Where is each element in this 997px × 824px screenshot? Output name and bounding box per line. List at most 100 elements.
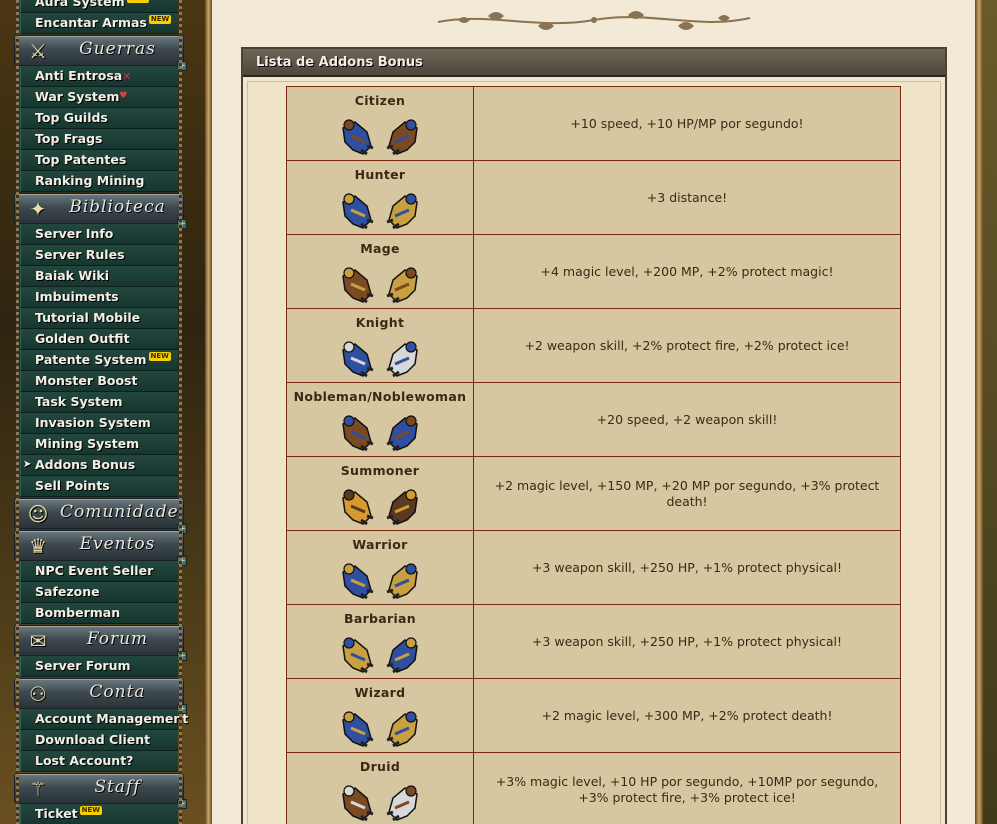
sidebar-item-label: Safezone	[35, 584, 100, 599]
outfit-sprites	[287, 412, 473, 452]
sidebar-item-label: Addons Bonus	[35, 457, 136, 472]
addon-bonus-cell: +3 weapon skill, +250 HP, +1% protect ph…	[473, 604, 901, 679]
sidebar-item-golden-outfit[interactable]: Golden Outfit	[20, 329, 178, 350]
sidebar-item-top-frags[interactable]: Top Frags	[20, 129, 178, 150]
sidebar-item-label: Sell Points	[35, 478, 110, 493]
sidebar-item-patente-system[interactable]: Patente System NEW	[20, 350, 178, 371]
outfit-sprite-icon	[342, 637, 374, 674]
addon-name-cell: Nobleman/Noblewoman	[286, 382, 474, 457]
sidebar-item-safezone[interactable]: Safezone	[20, 582, 178, 603]
section-title: Biblioteca	[69, 197, 166, 217]
sidebar-item-label: Anti Entrosa	[35, 68, 123, 83]
panel-title: Lista de Addons Bonus	[256, 55, 423, 70]
outfit-sprite-icon	[386, 119, 418, 156]
cross-icon: ✕	[122, 70, 132, 83]
sidebar-item-lost-account[interactable]: Lost Account?	[20, 751, 178, 772]
addon-bonus-cell: +2 magic level, +300 MP, +2% protect dea…	[473, 678, 901, 753]
section-header-conta[interactable]: ⚇Conta+	[14, 678, 187, 714]
account-icon: ⚇	[29, 682, 47, 706]
sidebar-item-ranking-mining[interactable]: Ranking Mining	[20, 171, 178, 192]
sidebar-item-task-system[interactable]: Task System	[20, 392, 178, 413]
outfit-sprite-icon	[386, 267, 418, 304]
outfit-sprite-icon	[386, 415, 418, 452]
sidebar-item-label: Monster Boost	[35, 373, 138, 388]
sidebar-item-addons-bonus[interactable]: ➤ Addons Bonus	[20, 455, 178, 476]
sidebar-item-account-management[interactable]: Account Management	[20, 709, 188, 730]
sidebar-item-server-forum[interactable]: Server Forum	[20, 656, 178, 677]
sidebar-item-anti-entrosa[interactable]: Anti Entrosa✕	[20, 66, 178, 87]
outfit-name: Knight	[355, 315, 405, 330]
section-header-comunidade[interactable]: ☺Comunidade+	[14, 498, 187, 534]
sidebar-item-download-client[interactable]: Download Client	[20, 730, 178, 751]
outfit-name: Mage	[360, 241, 400, 256]
sidebar-rail-left	[16, 0, 19, 824]
sidebar-item-top-guilds[interactable]: Top Guilds	[20, 108, 178, 129]
sidebar-item-war-system[interactable]: War System♥	[20, 87, 178, 108]
sidebar-item-label: Patente System	[35, 352, 147, 367]
section-header-staff[interactable]: ⚚Staff+	[14, 773, 187, 809]
sidebar-menu: Aura SystemNEWEncantar ArmasNEW⚔Guerras+…	[14, 0, 188, 824]
sidebar-item-label: Server Forum	[35, 658, 131, 673]
sidebar-item-aura-system[interactable]: Aura SystemNEW	[20, 0, 178, 13]
sidebar-item-tutorial-mobile[interactable]: Tutorial Mobile	[20, 308, 178, 329]
section-header-guerras[interactable]: ⚔Guerras+	[14, 35, 187, 71]
addon-name-cell: Knight	[286, 308, 474, 383]
outfit-sprites	[287, 190, 473, 230]
sidebar-item-server-info[interactable]: Server Info	[20, 224, 178, 245]
sidebar-item-label: Account Management	[35, 711, 189, 726]
addon-name-cell: Summoner	[286, 456, 474, 531]
book-icon: ✦	[29, 197, 47, 221]
section-header-biblioteca[interactable]: ✦Biblioteca+	[14, 193, 187, 229]
sidebar-item-baiak-wiki[interactable]: Baiak Wiki	[20, 266, 178, 287]
sidebar-item-ticket[interactable]: Ticket NEW	[20, 804, 178, 824]
table-row: Druid +3% magic level, +10 HP por segundo…	[286, 752, 901, 824]
table-row: Warrior +3 weapon skill, +250 HP, +1% pro…	[286, 530, 901, 605]
outfit-name: Summoner	[340, 463, 420, 478]
addon-name-cell: Citizen	[286, 86, 474, 161]
new-badge: NEW	[148, 352, 171, 361]
sidebar-item-bomberman[interactable]: Bomberman	[20, 603, 178, 624]
sidebar-item-label: Golden Outfit	[35, 331, 130, 346]
sidebar-item-top-patentes[interactable]: Top Patentes	[20, 150, 178, 171]
sidebar-item-server-rules[interactable]: Server Rules	[20, 245, 178, 266]
scroll-icon: ✉	[29, 629, 47, 653]
section-header-eventos[interactable]: ♛Eventos+	[14, 530, 187, 566]
sidebar-item-encantar-armas[interactable]: Encantar Armas NEW	[20, 13, 178, 34]
panel-header: Lista de Addons Bonus	[243, 49, 945, 77]
sidebar-item-label: Aura System	[35, 0, 125, 9]
outfit-sprites	[287, 116, 473, 156]
sidebar-item-sell-points[interactable]: Sell Points	[20, 476, 178, 497]
sidebar-item-label: Baiak Wiki	[35, 268, 110, 283]
addon-bonus-cell: +3 weapon skill, +250 HP, +1% protect ph…	[473, 530, 901, 605]
section-title: Staff	[94, 777, 141, 797]
sidebar-item-label: Invasion System	[35, 415, 151, 430]
sidebar-item-label: Download Client	[35, 732, 151, 747]
outfit-name: Warrior	[352, 537, 408, 552]
sidebar-item-npc-event-seller[interactable]: NPC Event Seller	[20, 561, 178, 582]
section-title: Conta	[89, 682, 146, 702]
outfit-sprites	[287, 338, 473, 378]
outfit-sprite-icon	[342, 563, 374, 600]
sidebar-item-invasion-system[interactable]: Invasion System	[20, 413, 178, 434]
outfit-sprites	[287, 560, 473, 600]
sidebar-item-label: Ticket	[35, 806, 78, 821]
staff-icon: ⚚	[29, 777, 47, 801]
sidebar-item-monster-boost[interactable]: Monster Boost	[20, 371, 178, 392]
section-header-forum[interactable]: ✉Forum+	[14, 625, 187, 661]
addon-name-cell: Warrior	[286, 530, 474, 605]
sidebar-item-label: Top Guilds	[35, 110, 108, 125]
new-badge: NEW	[126, 0, 149, 3]
sidebar-item-label: Lost Account?	[35, 753, 134, 768]
addon-bonus-cell: +3% magic level, +10 HP por segundo, +10…	[473, 752, 901, 824]
sidebar-item-label: NPC Event Seller	[35, 563, 154, 578]
sidebar-item-imbuiments[interactable]: Imbuiments	[20, 287, 178, 308]
outfit-sprite-icon	[386, 785, 418, 822]
outfit-sprites	[287, 708, 473, 748]
right-background	[983, 0, 997, 824]
addon-bonus-cell: +4 magic level, +200 MP, +2% protect mag…	[473, 234, 901, 309]
sidebar-item-mining-system[interactable]: Mining System	[20, 434, 178, 455]
outfit-sprite-icon	[342, 341, 374, 378]
table-row: Wizard +2 magic level, +300 MP, +2% prote…	[286, 678, 901, 753]
sidebar-item-label: Tutorial Mobile	[35, 310, 141, 325]
left-frame-border	[205, 0, 212, 824]
